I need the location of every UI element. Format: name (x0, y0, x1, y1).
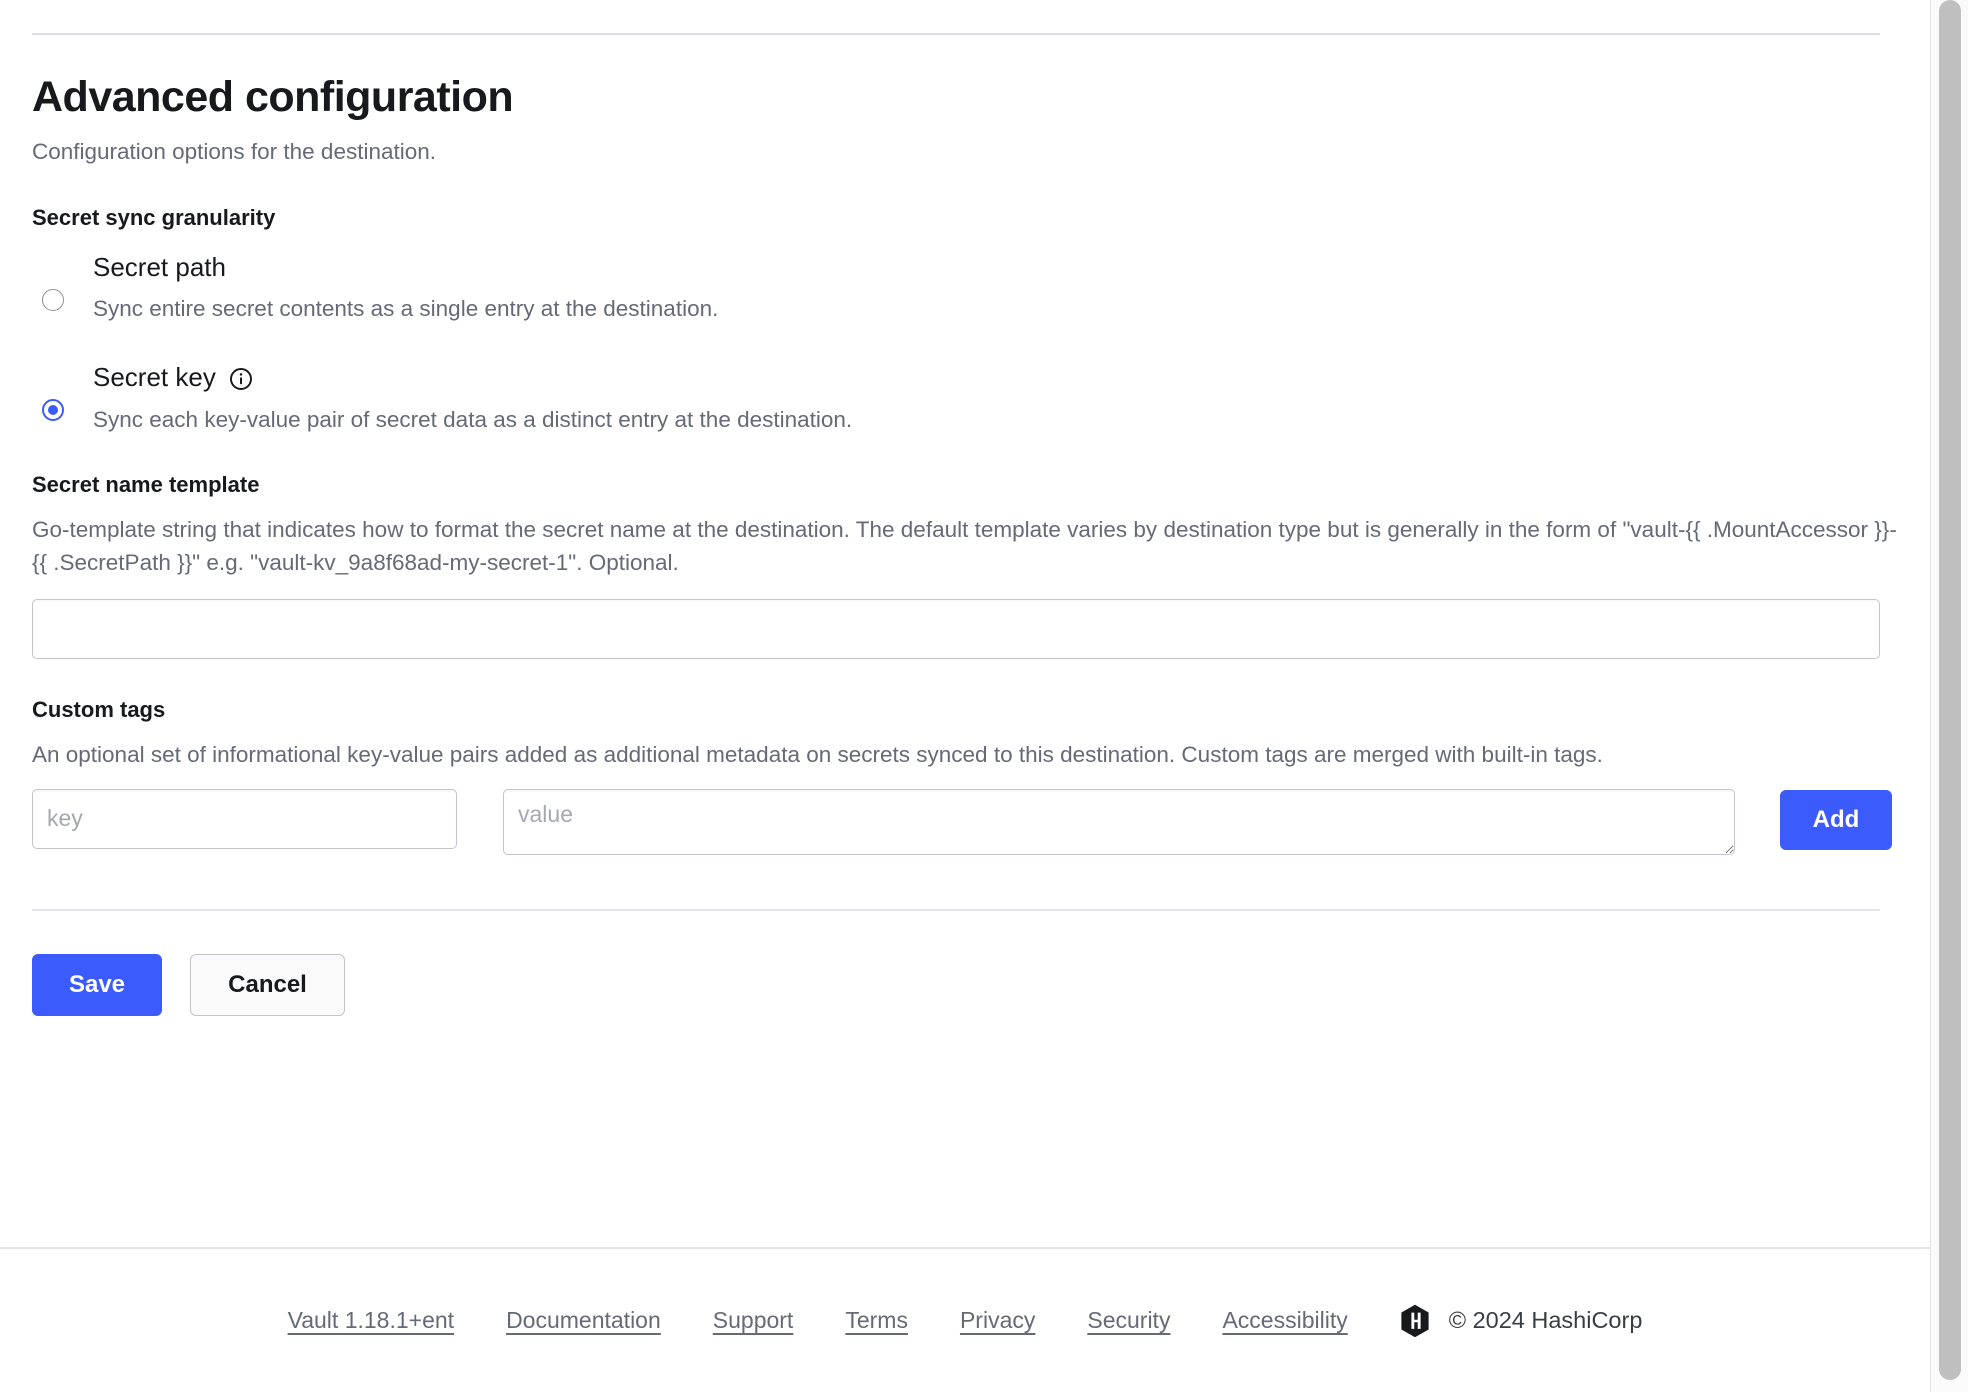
form-content: Advanced configuration Configuration opt… (0, 33, 1930, 1064)
footer-link-accessibility[interactable]: Accessibility (1222, 1307, 1347, 1334)
page-title: Advanced configuration (32, 73, 514, 121)
footer-link-terms[interactable]: Terms (845, 1307, 908, 1334)
secret-name-template-input[interactable] (32, 598, 1880, 659)
radio-secret-key-title: Secret key (93, 363, 852, 392)
footer-link-vault-version[interactable]: Vault 1.18.1+ent (288, 1307, 454, 1334)
add-tag-button[interactable]: Add (1780, 789, 1892, 850)
actions-divider (32, 908, 1880, 911)
secret-name-template-label: Secret name template (32, 471, 260, 497)
radio-secret-key-description: Sync each key-value pair of secret data … (93, 406, 853, 432)
info-icon[interactable] (229, 367, 253, 391)
radio-secret-path-description: Sync entire secret contents as a single … (93, 296, 719, 322)
custom-tags-row: Add (32, 788, 1898, 855)
page-footer: Vault 1.18.1+ent Documentation Support T… (0, 1249, 1930, 1392)
custom-tags-help: An optional set of informational key-val… (32, 741, 1603, 767)
radio-secret-path-title: Secret path (93, 251, 718, 282)
save-button[interactable]: Save (32, 953, 162, 1016)
radio-option-secret-key[interactable]: Secret key Sync each key-value pair of s… (32, 363, 1898, 434)
radio-secret-key-label: Secret key (93, 362, 216, 393)
scrollbar-thumb[interactable] (1939, 0, 1961, 1380)
vertical-scrollbar[interactable] (1930, 0, 1968, 1392)
footer-links: Vault 1.18.1+ent Documentation Support T… (288, 1304, 1643, 1338)
footer-link-privacy[interactable]: Privacy (960, 1307, 1035, 1334)
form-actions: Save Cancel (32, 953, 1898, 1064)
radio-secret-key-texts: Secret key Sync each key-value pair of s… (93, 363, 852, 434)
footer-link-documentation[interactable]: Documentation (506, 1307, 661, 1334)
radio-secret-path-texts: Secret path Sync entire secret contents … (93, 251, 719, 324)
cancel-button[interactable]: Cancel (190, 953, 345, 1016)
secret-name-template-help: Go-template string that indicates how to… (32, 516, 1897, 576)
radio-secret-path-label: Secret path (93, 251, 226, 282)
hashicorp-logo-icon (1400, 1304, 1430, 1338)
granularity-radio-group: Secret path Sync entire secret contents … (32, 251, 1898, 434)
radio-secret-key[interactable] (42, 399, 64, 422)
granularity-label: Secret sync granularity (32, 204, 276, 230)
footer-link-support[interactable]: Support (713, 1307, 794, 1334)
custom-tag-key-input[interactable] (32, 788, 457, 849)
footer-copyright: © 2024 HashiCorp (1448, 1307, 1643, 1333)
footer-link-security[interactable]: Security (1087, 1307, 1170, 1334)
top-divider (32, 33, 1880, 35)
custom-tag-value-input[interactable] (503, 788, 1735, 855)
page-container: Advanced configuration Configuration opt… (0, 0, 1930, 1392)
radio-option-secret-path[interactable]: Secret path Sync entire secret contents … (32, 251, 1898, 324)
radio-secret-path[interactable] (42, 288, 64, 311)
custom-tags-label: Custom tags (32, 696, 166, 722)
page-subtitle: Configuration options for the destinatio… (32, 139, 437, 165)
